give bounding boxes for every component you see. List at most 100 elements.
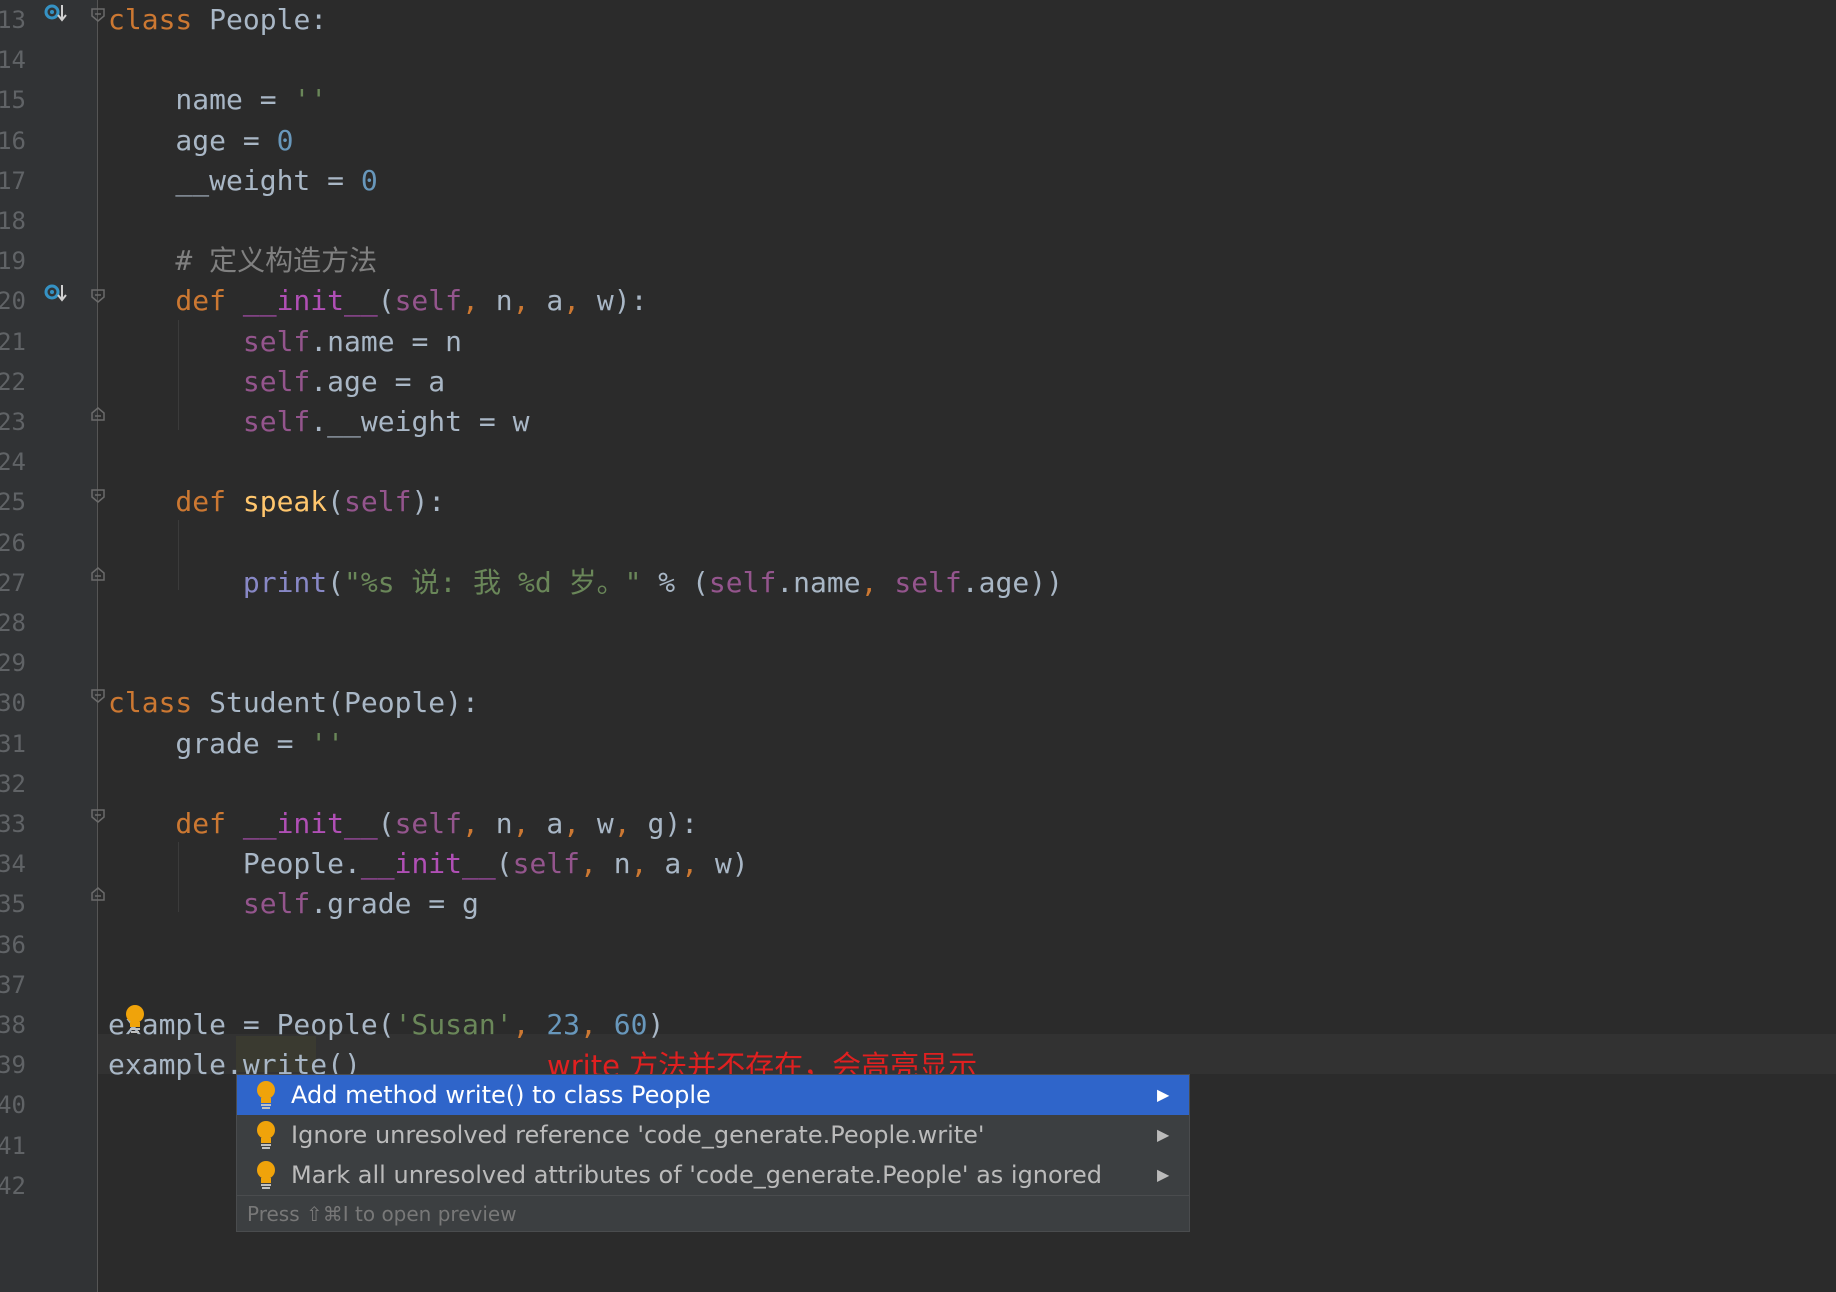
lightbulb-icon[interactable] <box>124 1004 146 1034</box>
code-token: __weight = <box>108 164 361 197</box>
fold-open-icon[interactable] <box>90 808 106 824</box>
code-token: % ( <box>641 566 709 599</box>
line-number: 25 <box>0 488 26 516</box>
code-token: , <box>580 1008 614 1041</box>
code-line[interactable]: self.age = a <box>108 362 445 402</box>
code-token: , <box>512 284 547 317</box>
code-line[interactable]: self.__weight = w <box>108 402 530 442</box>
submenu-arrow-icon[interactable]: ▶ <box>1157 1115 1171 1155</box>
popup-footer-hint: Press ⇧⌘I to open preview <box>237 1195 1189 1231</box>
lightbulb-icon <box>257 1081 275 1109</box>
code-token: , <box>563 284 597 317</box>
code-token: self <box>242 365 311 398</box>
fold-close-icon[interactable] <box>90 406 106 422</box>
line-number: 13 <box>0 6 26 34</box>
code-line[interactable]: self.grade = g <box>108 884 479 924</box>
code-token: example = People( <box>108 1008 395 1041</box>
intention-label: Mark all unresolved attributes of 'code_… <box>291 1161 1103 1189</box>
code-line[interactable]: self.name = n <box>108 322 462 362</box>
code-token: self <box>242 887 311 920</box>
fold-open-icon[interactable] <box>90 488 106 504</box>
code-token: __init__ <box>242 807 378 840</box>
intention-actions-popup[interactable]: Add method write() to class People ▶ Ignor… <box>236 1074 1190 1232</box>
code-token: a <box>546 807 564 840</box>
code-token: self <box>708 566 777 599</box>
line-number: 26 <box>0 529 26 557</box>
line-number: 17 <box>0 167 26 195</box>
code-token: .__weight = w <box>310 405 530 438</box>
code-line[interactable]: class People: <box>108 0 327 40</box>
line-number: 18 <box>0 207 26 235</box>
code-line[interactable]: People.__init__(self, n, a, w) <box>108 844 749 884</box>
code-editor[interactable]: 13 class People: 14 15 name = '' 16 age = 0 1… <box>0 0 1836 1292</box>
code-token: , <box>462 807 496 840</box>
code-token: name = <box>108 83 294 116</box>
code-token: a <box>664 847 682 880</box>
code-token: .grade = g <box>310 887 479 920</box>
code-token: ( <box>377 284 395 317</box>
code-token: self <box>512 847 581 880</box>
code-line[interactable]: # 定义构造方法 <box>108 241 377 281</box>
code-token: .age = a <box>310 365 446 398</box>
override-icon[interactable] <box>44 282 68 306</box>
line-number: 27 <box>0 569 26 597</box>
code-token: , <box>512 1008 547 1041</box>
fold-open-icon[interactable] <box>90 288 106 304</box>
code-token: self <box>344 485 412 518</box>
gutter-separator <box>97 0 98 1292</box>
submenu-arrow-icon[interactable]: ▶ <box>1157 1155 1171 1195</box>
code-token: class <box>108 3 193 36</box>
fold-close-icon[interactable] <box>90 566 106 582</box>
code-line[interactable]: print("%s 说: 我 %d 岁。" % (self.name, self… <box>108 563 1063 603</box>
code-token: self <box>242 405 311 438</box>
lightbulb-icon <box>257 1121 275 1149</box>
code-token: self <box>894 566 962 599</box>
code-token: self <box>242 325 311 358</box>
line-number: 38 <box>0 1011 26 1039</box>
intention-label: Ignore unresolved reference 'code_genera… <box>291 1121 985 1149</box>
code-line[interactable]: __weight = 0 <box>108 161 377 201</box>
code-line[interactable]: age = 0 <box>108 121 293 161</box>
intention-label: Add method write() to class People <box>291 1081 711 1109</box>
code-line[interactable]: def speak(self): <box>108 482 445 522</box>
code-token: '' <box>293 83 328 116</box>
line-number: 30 <box>0 689 26 717</box>
line-number: 31 <box>0 730 26 758</box>
code-token: def <box>108 485 243 518</box>
code-token: , <box>630 847 665 880</box>
intention-item[interactable]: Mark all unresolved attributes of 'code_… <box>237 1155 1189 1195</box>
line-number: 29 <box>0 649 26 677</box>
line-number: 24 <box>0 448 26 476</box>
intention-item[interactable]: Add method write() to class People ▶ <box>237 1075 1189 1115</box>
code-token: 0 <box>276 124 294 157</box>
submenu-arrow-icon[interactable]: ▶ <box>1157 1075 1171 1115</box>
override-icon[interactable] <box>44 2 68 26</box>
intention-item[interactable]: Ignore unresolved reference 'code_genera… <box>237 1115 1189 1155</box>
code-token: __init__ <box>242 284 378 317</box>
code-line[interactable]: class Student(People): <box>108 683 479 723</box>
line-number: 35 <box>0 890 26 918</box>
code-token: .name <box>776 566 861 599</box>
fold-open-icon[interactable] <box>90 688 106 704</box>
code-token: def <box>108 807 243 840</box>
code-line[interactable]: def __init__(self, n, a, w): <box>108 281 647 321</box>
code-token: 60 <box>613 1008 648 1041</box>
code-line[interactable]: example = People('Susan', 23, 60) <box>108 1005 664 1045</box>
code-token: n <box>613 847 631 880</box>
code-token: "%s 说: 我 %d 岁。" <box>344 566 642 599</box>
code-line[interactable]: def __init__(self, n, a, w, g): <box>108 804 698 844</box>
line-number: 15 <box>0 86 26 114</box>
fold-close-icon[interactable] <box>90 886 106 902</box>
fold-open-icon[interactable] <box>90 7 106 23</box>
code-token: .age)) <box>961 566 1063 599</box>
line-number: 42 <box>0 1172 26 1200</box>
code-line[interactable]: name = '' <box>108 80 327 120</box>
code-token: a <box>546 284 564 317</box>
code-line[interactable]: grade = '' <box>108 724 344 764</box>
line-number: 41 <box>0 1132 26 1160</box>
line-number: 21 <box>0 328 26 356</box>
line-number: 22 <box>0 368 26 396</box>
